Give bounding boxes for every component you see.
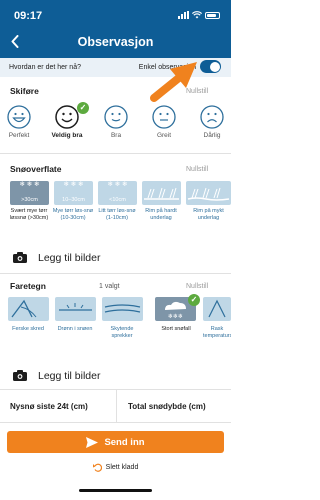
danger-signs-reset-button[interactable]: Nullstill [186, 283, 208, 290]
send-button[interactable]: Send inn [7, 431, 224, 453]
skiing-option-label: Greit [156, 132, 172, 139]
svg-text:❄❄❄: ❄❄❄ [168, 313, 183, 320]
simple-observation-toggle[interactable] [200, 60, 221, 73]
wifi-icon [192, 11, 202, 19]
divider [0, 273, 231, 274]
snowflake-icon: ❄ ❄ ❄ [19, 181, 40, 188]
status-icons [178, 11, 220, 19]
snow-surface-title: Snøoverflate [10, 164, 62, 174]
orange-arrow-annotation [150, 62, 197, 102]
divider [0, 422, 231, 423]
page-title: Observasjon [77, 35, 154, 49]
surface-hoar-icon [144, 187, 179, 200]
divider [0, 153, 231, 154]
big-smile-face-icon [7, 105, 31, 129]
danger-signs-count: 1 valgt [99, 283, 120, 290]
snowflake-icon: ❄ ❄ ❄ [63, 181, 84, 188]
signal-icon [178, 11, 189, 19]
snow-tile-frost-hard[interactable] [142, 181, 181, 205]
skiing-option-label: Bra [110, 132, 122, 139]
danger-sign-caption: Skytende sprekker [110, 326, 134, 339]
camera-icon [13, 252, 27, 263]
snow-tile-frost-soft[interactable] [186, 181, 231, 205]
add-photos-button[interactable]: Legg til bilder [0, 366, 231, 388]
danger-sign-temperature-rise[interactable] [203, 297, 231, 321]
skiing-option-label: Dårlig [203, 132, 221, 139]
surface-hoar-icon [187, 187, 230, 201]
snow-tile-much-powder[interactable]: ❄ ❄ ❄ 10–30cm [54, 181, 93, 205]
send-button-label: Send inn [104, 436, 145, 448]
battery-icon [205, 11, 220, 19]
add-photos-label: Legg til bilder [38, 252, 101, 264]
top-bar: 09:17 Observasjon [0, 0, 231, 58]
neutral-face-icon [152, 105, 176, 129]
home-indicator [79, 489, 152, 492]
skiing-option-bra[interactable]: Bra [97, 104, 135, 139]
danger-signs-title: Faretegn [10, 281, 46, 291]
skiing-option-darlig[interactable]: Dårlig [193, 104, 231, 139]
snow-tile-caption: Litt tørr løs-snø (1-10cm) [98, 208, 136, 221]
danger-sign-whumpf[interactable] [55, 297, 96, 321]
snow-depth-badge: >30cm [21, 197, 38, 203]
field-divider [116, 390, 117, 422]
camera-icon [13, 370, 27, 381]
skiing-option-perfekt[interactable]: Perfekt [0, 104, 38, 139]
skiing-reset-button[interactable]: Nullstill [186, 88, 208, 95]
slight-smile-face-icon [104, 105, 128, 129]
delete-draft-label: Slett kladd [105, 464, 139, 471]
snow-depth-badge: <10cm [109, 197, 126, 203]
skiing-title: Skiføre [10, 86, 39, 96]
toggle-knob [209, 61, 220, 72]
add-photos-label: Legg til bilder [38, 370, 101, 382]
question-text: Hvordan er det her nå? [9, 64, 81, 71]
check-icon: ✓ [77, 102, 89, 114]
skiing-option-label: Perfekt [8, 132, 30, 139]
avalanche-icon [11, 299, 37, 318]
snow-surface-reset-button[interactable]: Nullstill [186, 166, 208, 173]
send-icon [86, 436, 99, 448]
snow-tile-caption: Rim på hardt underlag [145, 208, 177, 221]
danger-sign-shooting-cracks[interactable] [102, 297, 143, 321]
skiing-option-label: Veldig bra [51, 132, 83, 139]
undo-icon [92, 463, 102, 472]
snowflake-icon: ❄ ❄ ❄ [107, 181, 128, 188]
danger-sign-caption: Ferske skred [12, 326, 44, 332]
total-snow-depth-field[interactable]: Total snødybde (cm) [128, 402, 206, 411]
snow-tile-caption: Svært mye tørr løssnø (>30cm) [9, 208, 49, 221]
danger-sign-caption: Drønn i snøen [57, 326, 93, 332]
snow-tile-caption: Mye tørr løs-snø (10-30cm) [52, 208, 94, 221]
snow-tile-very-much-powder[interactable]: ❄ ❄ ❄ >30cm [10, 181, 49, 205]
status-time: 09:17 [14, 10, 43, 22]
sad-face-icon [200, 105, 224, 129]
temperature-rise-icon [208, 299, 226, 318]
danger-sign-caption: Stort snøfall [161, 326, 191, 332]
danger-sign-fresh-avalanches[interactable] [8, 297, 49, 321]
add-photos-button[interactable]: Legg til bilder [0, 248, 231, 270]
snow-tile-caption: Rim på mykt underlag [193, 208, 224, 221]
snow-tile-little-powder[interactable]: ❄ ❄ ❄ <10cm [98, 181, 137, 205]
skiing-option-greit[interactable]: Greit [145, 104, 183, 139]
cracks-icon [104, 304, 141, 313]
snow-depth-badge: 10–30cm [62, 197, 85, 203]
check-icon: ✓ [188, 294, 200, 306]
danger-sign-caption: Rask temperaturstig [203, 326, 231, 339]
delete-draft-button[interactable]: Slett kladd [0, 463, 231, 472]
new-snow-field[interactable]: Nysnø siste 24t (cm) [10, 402, 88, 411]
whumpf-icon [59, 303, 92, 311]
